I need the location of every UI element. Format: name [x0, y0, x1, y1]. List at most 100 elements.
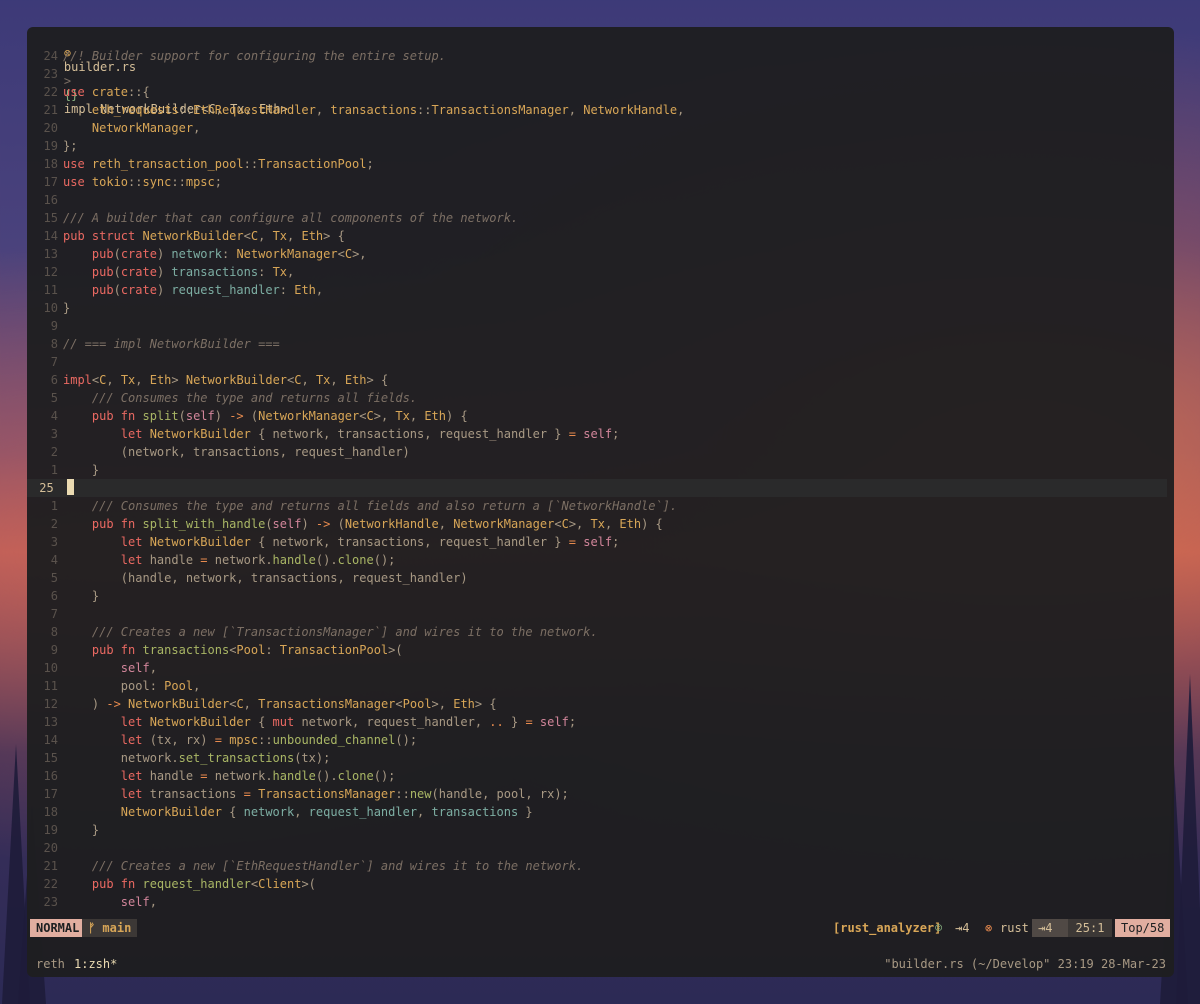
code-line[interactable]: 18 use reth_transaction_pool::Transaction… [27, 155, 1167, 173]
code-token: pub fn [91, 877, 143, 891]
line-code: ) -> NetworkBuilder < C, TransactionsManag… [63, 697, 497, 711]
code-line[interactable]: 22 use crate::{ [27, 83, 1167, 101]
line-number: 15 [43, 751, 58, 765]
line-number: 10 [43, 661, 58, 675]
code-token: C [294, 373, 302, 387]
code-line[interactable]: 19}; [27, 137, 1167, 155]
code-line[interactable]: 20 [27, 839, 1167, 857]
code-line[interactable]: 7 [27, 353, 1167, 371]
line-code: let NetworkBuilder { network, transactio… [63, 535, 620, 549]
code-token: NetworkHandle [583, 103, 678, 117]
code-line[interactable]: 14 let (tx, rx) = mpsc::unbounded_channe… [27, 731, 1167, 749]
code-token: C [561, 517, 569, 531]
code-token: use [63, 175, 92, 189]
code-token: Pool [164, 679, 194, 693]
code-line[interactable]: 17 use tokio::sync::mpsc; [27, 173, 1167, 191]
code-line[interactable]: 16 [27, 191, 1167, 209]
code-line[interactable]: 12 pub(crate) transactions: Tx, [27, 263, 1167, 281]
code-line[interactable]: 14 pub struct NetworkBuilder<C, Tx, Eth> … [27, 227, 1167, 245]
code-token: ( [113, 247, 121, 261]
code-line[interactable]: 4 let handle = network.handle().clone(); [27, 551, 1167, 569]
code-line[interactable]: 4 pub fn split(self) -> (NetworkManager<… [27, 407, 1167, 425]
code-line[interactable]: 17 let transactions = TransactionsManage… [27, 785, 1167, 803]
code-token: ; [366, 157, 374, 171]
tmux-statusbar: reth 1:zsh* "builder.rs (~/Develop" 23:1… [27, 955, 1174, 973]
code-line[interactable]: 22 pub fn request_handler<Client>( [27, 875, 1167, 893]
code-token: (); [373, 769, 396, 783]
tmux-window-tab[interactable]: 1:zsh* [74, 955, 117, 973]
code-line[interactable]: 6 } [27, 587, 1167, 605]
terminal-window[interactable]: ⊗ builder.rs > {} impl NetworkBuilder<C,… [27, 27, 1174, 977]
rust-filetype-icon: ⊗ [985, 921, 993, 935]
code-token: (). [315, 553, 338, 567]
code-token: (); [395, 733, 418, 747]
code-line[interactable]: 12 ) -> NetworkBuilder < C, TransactionsMa… [27, 695, 1167, 713]
line-code: use reth_transaction_pool::TransactionPo… [63, 157, 374, 171]
code-line[interactable]: 7 [27, 605, 1167, 623]
line-number: 21 [43, 859, 58, 873]
code-line[interactable]: 10} [27, 299, 1167, 317]
tmux-status-right: "builder.rs (~/Develop" 23:19 28-Mar-23 [884, 957, 1166, 971]
code-line[interactable]: 10 self, [27, 659, 1167, 677]
line-number: 5 [50, 391, 58, 405]
code-line[interactable]: 9 pub fn transactions<Pool: TransactionP… [27, 641, 1167, 659]
code-line[interactable]: 6 impl<C, Tx, Eth> NetworkBuilder<C, Tx, … [27, 371, 1167, 389]
code-token: NetworkManager [258, 409, 360, 423]
code-token: //! Builder support for configuring the … [63, 49, 446, 63]
code-line[interactable]: 23 self, [27, 893, 1167, 911]
code-line[interactable]: 5 /// Consumes the type and returns all … [27, 389, 1167, 407]
code-line[interactable]: 21 /// Creates a new [`EthRequestHandler… [27, 857, 1167, 875]
code-line[interactable]: 15 /// A builder that can configure all c… [27, 209, 1167, 227]
code-line[interactable]: 1 } [27, 461, 1167, 479]
code-line[interactable]: 3 let NetworkBuilder { network, transact… [27, 425, 1167, 443]
code-line[interactable]: 15 network.set_transactions(tx); [27, 749, 1167, 767]
code-line[interactable]: 5 (handle, network, transactions, reques… [27, 569, 1167, 587]
code-line[interactable]: 2 (network, transactions, request_handle… [27, 443, 1167, 461]
code-line[interactable]: 8 /// Creates a new [`TransactionsManage… [27, 623, 1167, 641]
code-line[interactable]: 23 [27, 65, 1167, 83]
code-token: -> [106, 697, 121, 711]
line-code: } [63, 589, 99, 603]
code-line[interactable]: 1 /// Consumes the type and returns all … [27, 497, 1167, 515]
code-line[interactable]: 8 // === impl NetworkBuilder === [27, 335, 1167, 353]
code-token: let [120, 427, 150, 441]
code-token: unbounded_channel [272, 733, 396, 747]
code-token: < [243, 229, 251, 243]
line-code: let NetworkBuilder { network, transactio… [63, 427, 620, 441]
code-token: , [149, 661, 157, 675]
code-token: TransactionPool [279, 643, 389, 657]
code-token: network [171, 247, 222, 261]
code-line[interactable]: 11 pool: Pool, [27, 677, 1167, 695]
code-editor[interactable]: 24//! Builder support for configuring th… [27, 47, 1174, 927]
line-number: 19 [43, 823, 58, 837]
code-line[interactable]: 18 NetworkBuilder { network, request_han… [27, 803, 1167, 821]
code-line[interactable]: 24 //! Builder support for configuring th… [27, 47, 1167, 65]
line-code: use tokio::sync::mpsc; [63, 175, 222, 189]
code-token: C [236, 697, 244, 711]
code-line[interactable]: 2 pub fn split_with_handle(self) -> (Net… [27, 515, 1167, 533]
git-branch: ᚠ main [82, 919, 138, 937]
code-line[interactable]: 20 NetworkManager, [27, 119, 1167, 137]
code-line[interactable]: 9 [27, 317, 1167, 335]
code-token: : [258, 265, 273, 279]
code-token: /// Creates a new [`EthRequestHandler`] … [91, 859, 584, 873]
code-line[interactable]: 21 eth_requests::EthRequestHandler, tran… [27, 101, 1167, 119]
code-token: /// A builder that can configure all com… [63, 211, 519, 225]
code-line[interactable]: 19 } [27, 821, 1167, 839]
code-line[interactable]: 11 pub(crate) request_handler: Eth, [27, 281, 1167, 299]
code-line[interactable]: 13 pub(crate) network: NetworkManager<C>… [27, 245, 1167, 263]
code-token: /// Consumes the type and returns all fi… [91, 499, 678, 513]
code-line[interactable]: 3 let NetworkBuilder { network, transact… [27, 533, 1167, 551]
code-line[interactable]: 13 let NetworkBuilder { mut network, req… [27, 713, 1167, 731]
code-token: > [171, 373, 186, 387]
code-token: ( [113, 265, 121, 279]
current-code-line[interactable]: 25 [27, 479, 1167, 497]
code-token: , [417, 805, 432, 819]
code-line[interactable]: 16 let handle = network.handle().clone()… [27, 767, 1167, 785]
